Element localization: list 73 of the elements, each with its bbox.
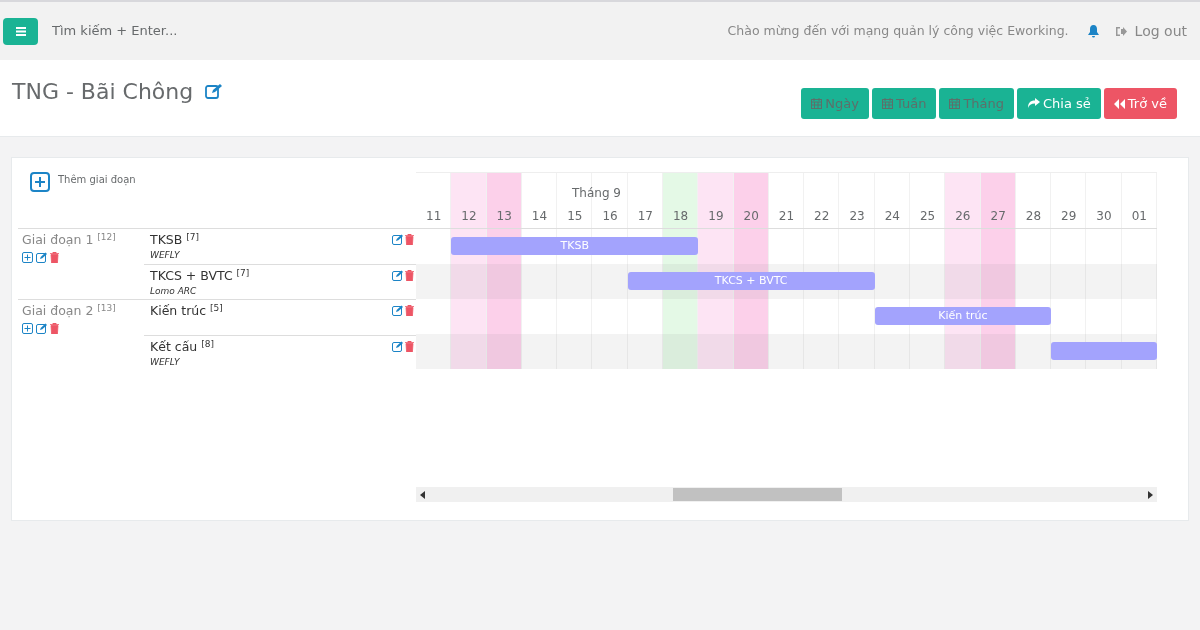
day-label: 26 <box>955 208 971 225</box>
search-field[interactable]: Tìm kiếm + Enter... <box>52 21 352 41</box>
day-label: 01 <box>1131 208 1147 225</box>
scrollbar-thumb[interactable] <box>673 488 842 501</box>
task-bar[interactable]: TKSB <box>451 237 699 255</box>
scroll-left-icon[interactable] <box>420 490 425 499</box>
edit-icon[interactable] <box>392 304 403 316</box>
add-icon[interactable] <box>22 322 33 334</box>
day-label: 15 <box>567 208 583 225</box>
task-owner: WEFLY <box>150 356 180 369</box>
calendar-icon <box>881 98 893 109</box>
edit-icon[interactable] <box>392 269 403 281</box>
month-label: Tháng 9 <box>572 185 621 202</box>
view-button[interactable]: Ngày <box>801 88 869 119</box>
day-label: 19 <box>708 208 724 225</box>
phase-name: Giai đoạn 2 $^{[13]}$ <box>22 302 116 320</box>
logout-icon <box>1114 25 1127 37</box>
notification-bell-icon[interactable] <box>1086 24 1100 38</box>
welcome-text: Chào mừng đến với mạng quản lý công việc Eworking. <box>727 21 1069 40</box>
edit-icon[interactable] <box>392 233 403 245</box>
delete-icon[interactable] <box>50 322 59 334</box>
day-label: 14 <box>531 208 548 225</box>
add-icon[interactable] <box>22 251 33 263</box>
double-left-icon <box>1113 98 1125 109</box>
day-label: 30 <box>1096 208 1112 225</box>
day-label: 11 <box>426 208 442 225</box>
calendar-icon <box>949 98 961 109</box>
delete-icon[interactable] <box>405 233 414 245</box>
horizontal-scrollbar[interactable] <box>416 487 1157 502</box>
logout-link[interactable]: Log out <box>1114 20 1187 42</box>
day-label: 20 <box>743 208 759 225</box>
day-label: 27 <box>990 208 1006 225</box>
day-label: 16 <box>602 208 618 225</box>
day-label: 23 <box>849 208 865 225</box>
calendar-icon <box>811 98 823 109</box>
edit-icon[interactable] <box>392 340 403 352</box>
task-owner: WEFLY <box>150 249 180 262</box>
day-label: 12 <box>461 208 477 225</box>
view-button[interactable]: Chia sẻ <box>1017 88 1101 119</box>
day-label: 22 <box>814 208 830 225</box>
view-button[interactable]: Trở về <box>1103 88 1177 119</box>
project-title: TNG - Bãi Chông <box>12 77 194 106</box>
day-label: 24 <box>884 208 900 225</box>
view-button[interactable]: Tuần <box>871 88 937 119</box>
day-label: 18 <box>672 208 689 225</box>
task-name: TKSB $^{[7]}$ <box>150 231 200 248</box>
day-label: 17 <box>637 208 653 225</box>
delete-icon[interactable] <box>405 269 414 281</box>
edit-icon[interactable] <box>36 322 47 334</box>
day-label: 21 <box>778 208 795 225</box>
phase-name: Giai đoạn 1 $^{[12]}$ <box>22 231 116 249</box>
task-name: TKCS + BVTC $^{[7]}$ <box>150 267 250 284</box>
delete-icon[interactable] <box>50 251 59 263</box>
task-bar[interactable]: TKCS + BVTC <box>627 272 875 290</box>
task-bar[interactable]: Kiến trúc <box>874 307 1052 325</box>
scroll-right-icon[interactable] <box>1148 490 1153 499</box>
delete-icon[interactable] <box>405 340 414 352</box>
task-name: Kết cấu $^{[8]}$ <box>150 338 214 355</box>
menu-icon <box>15 26 26 36</box>
share-icon <box>1027 98 1041 109</box>
day-label: 13 <box>496 208 512 225</box>
task-owner: Lomo ARC <box>150 285 197 298</box>
task-name: Kiến trúc $^{[5]}$ <box>150 302 223 319</box>
edit-icon[interactable] <box>205 83 224 99</box>
day-label: 28 <box>1025 208 1042 225</box>
add-phase-label[interactable]: Thêm giai đoạn <box>58 172 136 187</box>
delete-icon[interactable] <box>405 304 414 316</box>
day-label: 29 <box>1061 208 1077 225</box>
edit-icon[interactable] <box>36 251 47 263</box>
menu-button[interactable] <box>3 17 38 45</box>
add-icon[interactable] <box>30 172 50 192</box>
day-label: 25 <box>919 208 936 225</box>
view-button[interactable]: Tháng <box>939 88 1015 119</box>
